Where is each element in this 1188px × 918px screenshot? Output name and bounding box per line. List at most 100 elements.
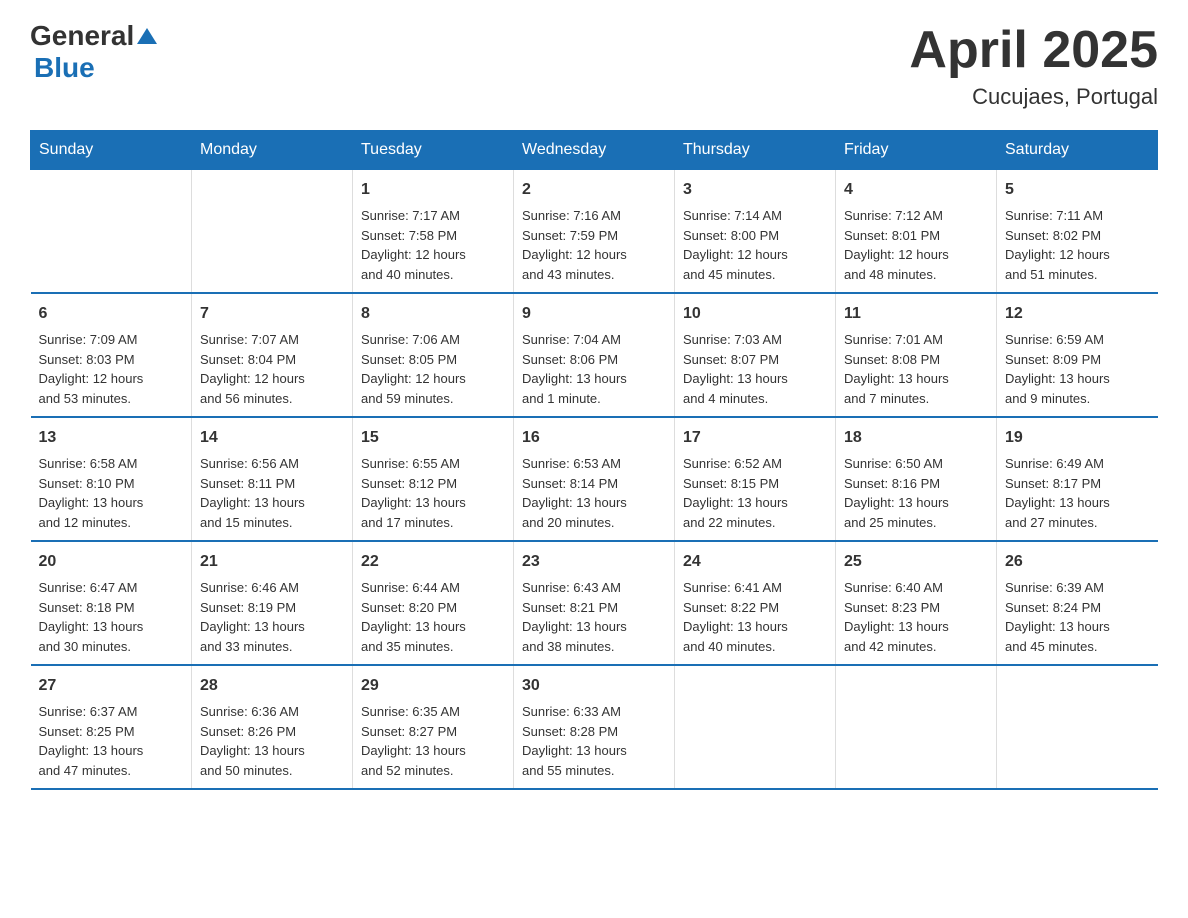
day-info: Sunrise: 6:36 AMSunset: 8:26 PMDaylight:…	[200, 702, 344, 780]
calendar-cell: 20 Sunrise: 6:47 AMSunset: 8:18 PMDayligh…	[31, 541, 192, 665]
day-number: 20	[39, 550, 184, 574]
calendar-cell: 26 Sunrise: 6:39 AMSunset: 8:24 PMDayligh…	[997, 541, 1158, 665]
day-info: Sunrise: 6:59 AMSunset: 8:09 PMDaylight:…	[1005, 330, 1150, 408]
day-number: 17	[683, 426, 827, 450]
day-number: 23	[522, 550, 666, 574]
day-number: 10	[683, 302, 827, 326]
calendar-week-5: 27Sunrise: 6:37 AMSunset: 8:25 PMDayligh…	[31, 665, 1158, 789]
day-info: Sunrise: 7:11 AMSunset: 8:02 PMDaylight:…	[1005, 206, 1150, 284]
calendar-week-1: 1 Sunrise: 7:17 AMSunset: 7:58 PMDaylight…	[31, 170, 1158, 294]
day-number: 30	[522, 674, 666, 698]
day-number: 12	[1005, 302, 1150, 326]
calendar-table: SundayMondayTuesdayWednesdayThursdayFrid…	[30, 130, 1158, 790]
logo: General Blue	[30, 20, 158, 84]
day-info: Sunrise: 6:39 AMSunset: 8:24 PMDaylight:…	[1005, 578, 1150, 656]
day-info: Sunrise: 7:12 AMSunset: 8:01 PMDaylight:…	[844, 206, 988, 284]
calendar-cell	[675, 665, 836, 789]
day-number: 18	[844, 426, 988, 450]
day-number: 9	[522, 302, 666, 326]
day-info: Sunrise: 7:03 AMSunset: 8:07 PMDaylight:…	[683, 330, 827, 408]
day-number: 27	[39, 674, 184, 698]
calendar-cell: 25 Sunrise: 6:40 AMSunset: 8:23 PMDayligh…	[836, 541, 997, 665]
day-number: 13	[39, 426, 184, 450]
day-number: 15	[361, 426, 505, 450]
day-number: 7	[200, 302, 344, 326]
day-info: Sunrise: 6:52 AMSunset: 8:15 PMDaylight:…	[683, 454, 827, 532]
calendar-cell: 28 Sunrise: 6:36 AMSunset: 8:26 PMDayligh…	[192, 665, 353, 789]
calendar-cell: 15Sunrise: 6:55 AMSunset: 8:12 PMDayligh…	[353, 417, 514, 541]
calendar-cell: 1 Sunrise: 7:17 AMSunset: 7:58 PMDaylight…	[353, 170, 514, 294]
day-info: Sunrise: 7:14 AMSunset: 8:00 PMDaylight:…	[683, 206, 827, 284]
calendar-week-4: 20 Sunrise: 6:47 AMSunset: 8:18 PMDayligh…	[31, 541, 1158, 665]
day-info: Sunrise: 6:46 AMSunset: 8:19 PMDaylight:…	[200, 578, 344, 656]
weekday-header-sunday: Sunday	[31, 131, 192, 170]
day-number: 25	[844, 550, 988, 574]
day-number: 8	[361, 302, 505, 326]
calendar-cell: 7 Sunrise: 7:07 AMSunset: 8:04 PMDaylight…	[192, 293, 353, 417]
day-info: Sunrise: 7:17 AMSunset: 7:58 PMDaylight:…	[361, 206, 505, 284]
title-block: April 2025 Cucujaes, Portugal	[909, 20, 1158, 110]
day-number: 2	[522, 178, 666, 202]
calendar-cell: 19 Sunrise: 6:49 AMSunset: 8:17 PMDayligh…	[997, 417, 1158, 541]
calendar-cell: 11 Sunrise: 7:01 AMSunset: 8:08 PMDayligh…	[836, 293, 997, 417]
day-number: 29	[361, 674, 505, 698]
calendar-cell: 21Sunrise: 6:46 AMSunset: 8:19 PMDayligh…	[192, 541, 353, 665]
calendar-cell: 2Sunrise: 7:16 AMSunset: 7:59 PMDaylight…	[514, 170, 675, 294]
day-info: Sunrise: 6:49 AMSunset: 8:17 PMDaylight:…	[1005, 454, 1150, 532]
calendar-cell: 5 Sunrise: 7:11 AMSunset: 8:02 PMDaylight…	[997, 170, 1158, 294]
day-number: 14	[200, 426, 344, 450]
day-info: Sunrise: 7:09 AMSunset: 8:03 PMDaylight:…	[39, 330, 184, 408]
logo-blue-text: Blue	[34, 52, 95, 83]
day-info: Sunrise: 6:53 AMSunset: 8:14 PMDaylight:…	[522, 454, 666, 532]
weekday-header-tuesday: Tuesday	[353, 131, 514, 170]
day-info: Sunrise: 6:58 AMSunset: 8:10 PMDaylight:…	[39, 454, 184, 532]
weekday-header-wednesday: Wednesday	[514, 131, 675, 170]
day-info: Sunrise: 6:56 AMSunset: 8:11 PMDaylight:…	[200, 454, 344, 532]
calendar-cell: 14 Sunrise: 6:56 AMSunset: 8:11 PMDayligh…	[192, 417, 353, 541]
day-number: 5	[1005, 178, 1150, 202]
calendar-cell	[836, 665, 997, 789]
calendar-header: SundayMondayTuesdayWednesdayThursdayFrid…	[31, 131, 1158, 170]
calendar-title: April 2025	[909, 20, 1158, 80]
calendar-cell: 6 Sunrise: 7:09 AMSunset: 8:03 PMDaylight…	[31, 293, 192, 417]
calendar-cell: 18 Sunrise: 6:50 AMSunset: 8:16 PMDayligh…	[836, 417, 997, 541]
calendar-cell: 30 Sunrise: 6:33 AMSunset: 8:28 PMDayligh…	[514, 665, 675, 789]
day-info: Sunrise: 6:50 AMSunset: 8:16 PMDaylight:…	[844, 454, 988, 532]
day-number: 28	[200, 674, 344, 698]
day-number: 19	[1005, 426, 1150, 450]
day-info: Sunrise: 7:07 AMSunset: 8:04 PMDaylight:…	[200, 330, 344, 408]
logo-row: General	[30, 20, 158, 52]
calendar-cell: 29 Sunrise: 6:35 AMSunset: 8:27 PMDayligh…	[353, 665, 514, 789]
day-info: Sunrise: 6:43 AMSunset: 8:21 PMDaylight:…	[522, 578, 666, 656]
day-number: 26	[1005, 550, 1150, 574]
day-info: Sunrise: 6:40 AMSunset: 8:23 PMDaylight:…	[844, 578, 988, 656]
day-info: Sunrise: 7:01 AMSunset: 8:08 PMDaylight:…	[844, 330, 988, 408]
day-info: Sunrise: 6:44 AMSunset: 8:20 PMDaylight:…	[361, 578, 505, 656]
day-info: Sunrise: 7:04 AMSunset: 8:06 PMDaylight:…	[522, 330, 666, 408]
calendar-cell: 24Sunrise: 6:41 AMSunset: 8:22 PMDayligh…	[675, 541, 836, 665]
calendar-cell: 10 Sunrise: 7:03 AMSunset: 8:07 PMDayligh…	[675, 293, 836, 417]
calendar-week-3: 13 Sunrise: 6:58 AMSunset: 8:10 PMDayligh…	[31, 417, 1158, 541]
calendar-cell: 27Sunrise: 6:37 AMSunset: 8:25 PMDayligh…	[31, 665, 192, 789]
weekday-header-friday: Friday	[836, 131, 997, 170]
calendar-cell: 17 Sunrise: 6:52 AMSunset: 8:15 PMDayligh…	[675, 417, 836, 541]
day-number: 3	[683, 178, 827, 202]
weekday-header-thursday: Thursday	[675, 131, 836, 170]
day-number: 1	[361, 178, 505, 202]
day-info: Sunrise: 6:33 AMSunset: 8:28 PMDaylight:…	[522, 702, 666, 780]
calendar-cell: 9 Sunrise: 7:04 AMSunset: 8:06 PMDaylight…	[514, 293, 675, 417]
weekday-header-saturday: Saturday	[997, 131, 1158, 170]
calendar-cell: 16Sunrise: 6:53 AMSunset: 8:14 PMDayligh…	[514, 417, 675, 541]
day-info: Sunrise: 6:47 AMSunset: 8:18 PMDaylight:…	[39, 578, 184, 656]
calendar-cell	[997, 665, 1158, 789]
day-number: 6	[39, 302, 184, 326]
day-number: 11	[844, 302, 988, 326]
day-info: Sunrise: 6:35 AMSunset: 8:27 PMDaylight:…	[361, 702, 505, 780]
calendar-cell	[31, 170, 192, 294]
calendar-cell: 4Sunrise: 7:12 AMSunset: 8:01 PMDaylight…	[836, 170, 997, 294]
weekday-header-monday: Monday	[192, 131, 353, 170]
calendar-subtitle: Cucujaes, Portugal	[909, 84, 1158, 110]
logo-triangle-icon	[136, 26, 158, 48]
day-info: Sunrise: 7:06 AMSunset: 8:05 PMDaylight:…	[361, 330, 505, 408]
calendar-cell: 13 Sunrise: 6:58 AMSunset: 8:10 PMDayligh…	[31, 417, 192, 541]
